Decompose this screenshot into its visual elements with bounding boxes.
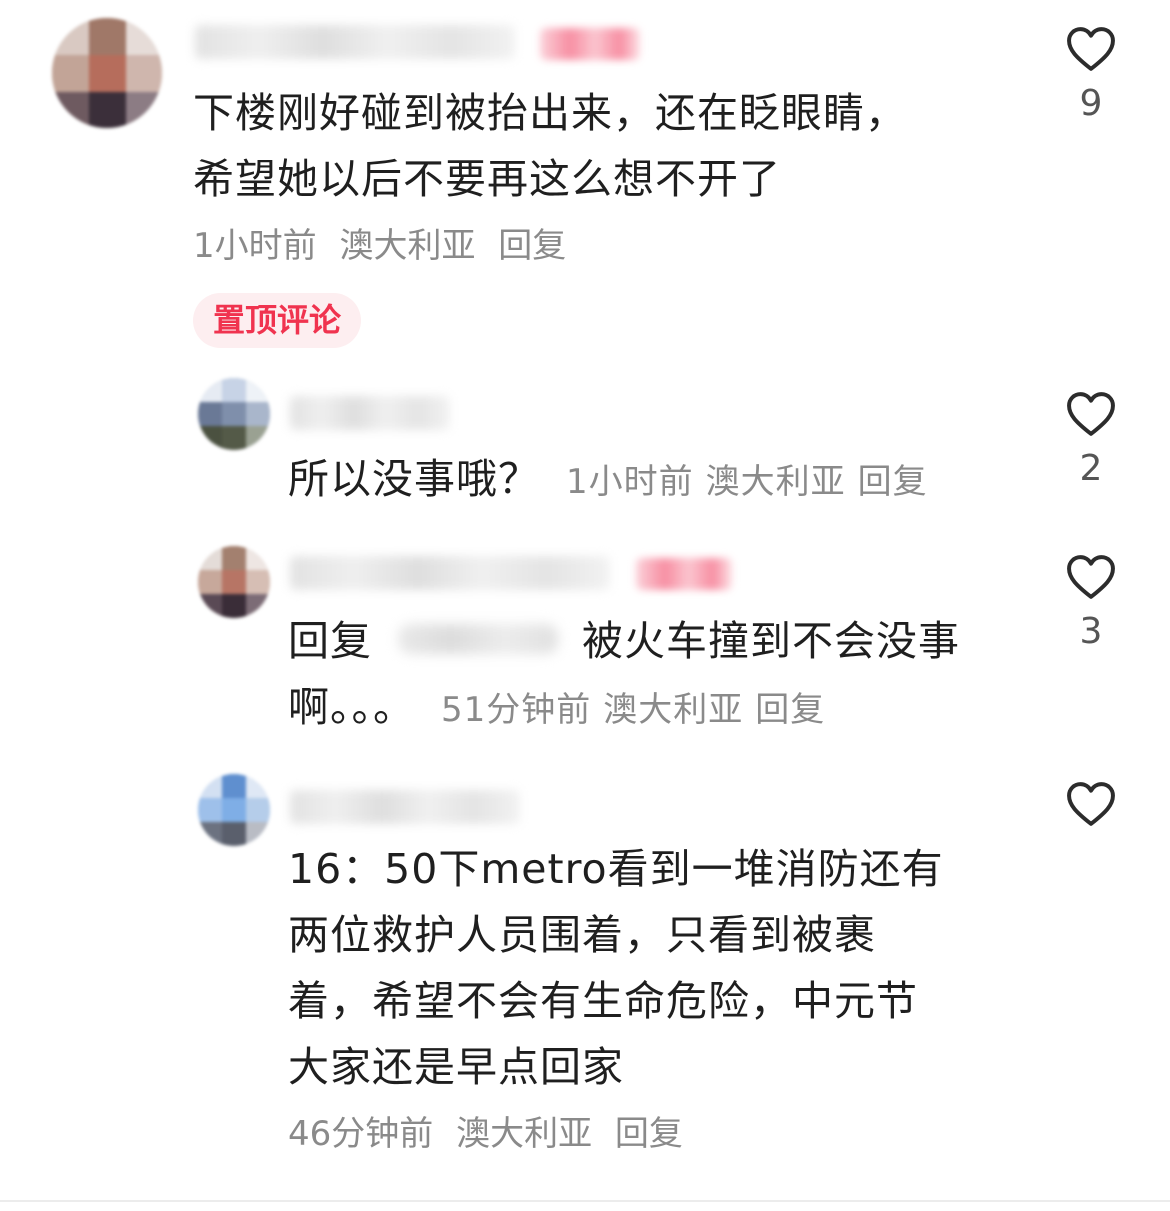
user-badge — [540, 28, 640, 60]
user-badge — [636, 558, 732, 590]
reply-text-line: 大家还是早点回家 — [288, 1043, 624, 1091]
avatar[interactable] — [52, 18, 162, 128]
reply-text: 所以没事哦？ — [288, 455, 540, 503]
reply-line: 回复 被火车撞到不会没事 — [288, 608, 960, 674]
like-button[interactable]: 3 — [1061, 554, 1121, 652]
reply-time: 46分钟前 — [288, 1114, 434, 1154]
reply-location: 澳大利亚 — [705, 462, 846, 502]
avatar[interactable] — [198, 774, 270, 846]
username[interactable] — [195, 25, 515, 59]
comment-location: 澳大利亚 — [339, 226, 476, 266]
reply-time: 1小时前 — [566, 462, 694, 502]
reply-text-line: 16：50下metro看到一堆消防还有 — [288, 845, 944, 893]
reply-button[interactable]: 回复 — [615, 1114, 683, 1154]
like-button[interactable] — [1061, 781, 1121, 827]
reply-location: 澳大利亚 — [456, 1114, 593, 1154]
avatar[interactable] — [198, 378, 270, 450]
pinned-comment-tag: 置顶评论 — [193, 293, 362, 348]
heart-outline-icon — [1067, 27, 1115, 71]
username[interactable] — [290, 396, 450, 430]
comment-meta: 1小时前 澳大利亚 回复 — [193, 224, 578, 268]
reply-location: 澳大利亚 — [603, 690, 744, 730]
mentioned-username[interactable] — [398, 624, 558, 654]
username[interactable] — [290, 790, 520, 824]
reply-meta: 51分钟前 澳大利亚 回复 — [441, 690, 837, 730]
divider — [0, 1200, 1170, 1202]
avatar[interactable] — [198, 546, 270, 618]
like-count: 3 — [1079, 611, 1103, 652]
heart-outline-icon — [1067, 392, 1115, 436]
reply-button[interactable]: 回复 — [755, 690, 825, 730]
like-count: 9 — [1079, 83, 1103, 124]
reply-text-line: 两位救护人员围着，只看到被裹 — [288, 911, 876, 959]
reply-meta: 1小时前 澳大利亚 回复 — [566, 462, 940, 502]
reply-time: 51分钟前 — [441, 690, 592, 730]
reply-prefix: 回复 — [288, 617, 372, 665]
reply-button[interactable]: 回复 — [498, 226, 566, 266]
reply-text: 被火车撞到不会没事 — [582, 617, 960, 665]
heart-outline-icon — [1067, 555, 1115, 599]
reply-meta: 46分钟前 澳大利亚 回复 — [288, 1112, 695, 1156]
like-count: 2 — [1079, 448, 1103, 489]
like-button[interactable]: 2 — [1061, 391, 1121, 489]
comment-text-line: 希望她以后不要再这么想不开了 — [193, 155, 781, 203]
reply-text-line: 着，希望不会有生命危险，中元节 — [288, 977, 918, 1025]
reply-button[interactable]: 回复 — [858, 462, 928, 502]
comment-text-line: 下楼刚好碰到被抬出来，还在眨眼睛， — [193, 89, 907, 137]
username[interactable] — [290, 556, 610, 590]
reply-line: 所以没事哦？ 1小时前 澳大利亚 回复 — [288, 446, 940, 515]
reply-text: 啊。。。 — [288, 683, 415, 731]
heart-outline-icon — [1067, 782, 1115, 826]
like-button[interactable]: 9 — [1061, 26, 1121, 124]
reply-line: 啊。。。 51分钟前 澳大利亚 回复 — [288, 674, 837, 743]
comment-time: 1小时前 — [193, 226, 317, 266]
